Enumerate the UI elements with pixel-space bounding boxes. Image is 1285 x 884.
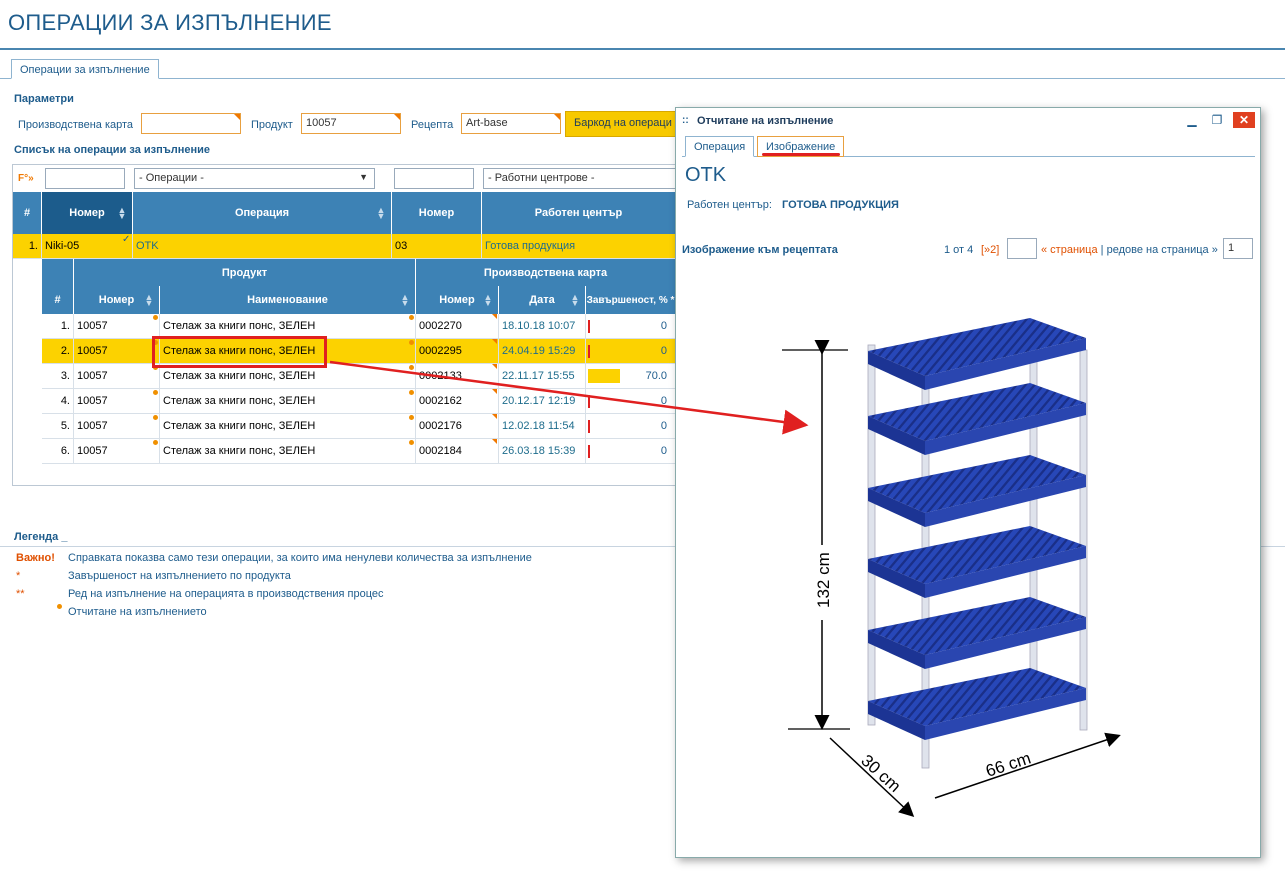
height-label: 132 cm [814, 552, 833, 608]
width-label: 66 cm [983, 748, 1033, 780]
annotation-arrow [329, 360, 809, 435]
shelf-pole [867, 344, 876, 726]
shelf-drawing [867, 318, 1088, 769]
depth-label: 30 cm [857, 751, 904, 796]
shelf-image: 132 cm 30 cm 66 cm [329, 318, 1121, 818]
